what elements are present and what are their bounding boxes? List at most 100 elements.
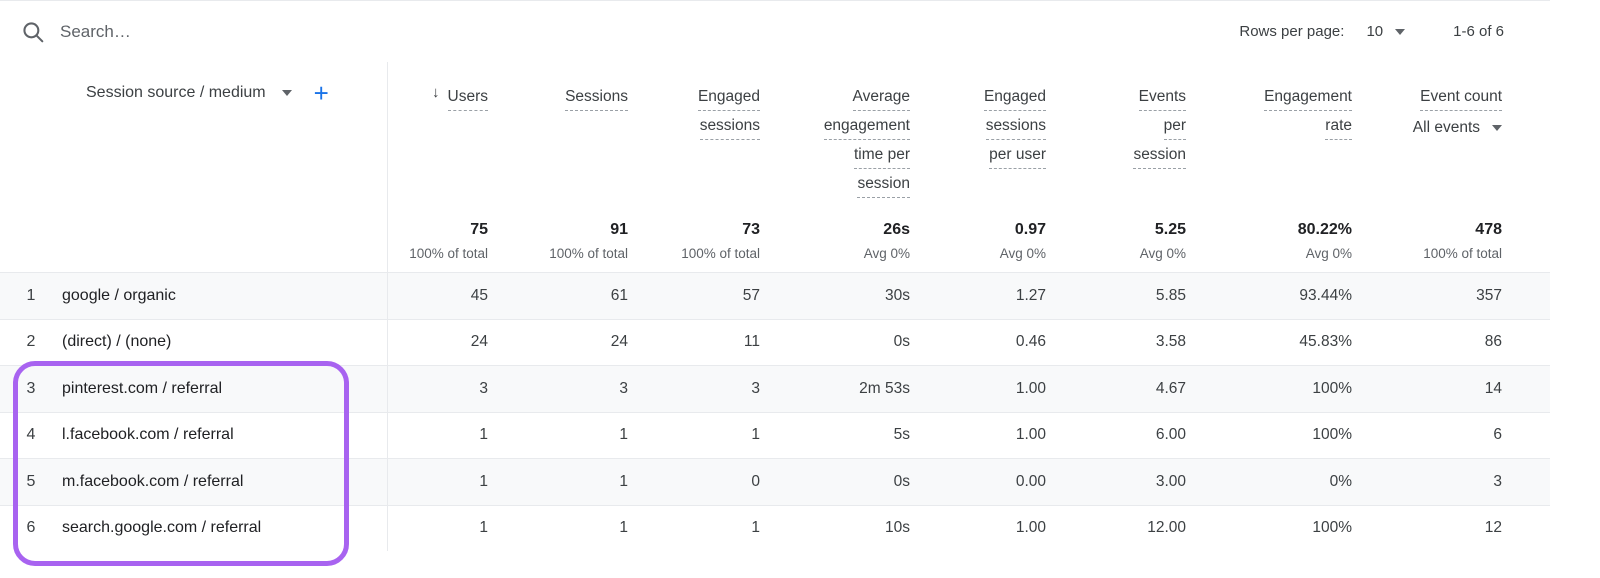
column-header-sessions[interactable]: Sessions: [510, 62, 650, 200]
row-dimension-label[interactable]: (direct) / (none): [62, 333, 171, 351]
total-cell: 80.22% Avg 0%: [1208, 200, 1374, 272]
column-header-label: Engagement: [1264, 84, 1352, 111]
data-table: Session source / medium + ↓ Users Sessio…: [0, 62, 1600, 551]
column-header-events-per-session[interactable]: Events per session: [1068, 62, 1208, 200]
arrow-down-icon: ↓: [432, 84, 440, 101]
metric-value: 1.00: [1015, 426, 1046, 444]
row-dimension-label[interactable]: l.facebook.com / referral: [62, 426, 234, 444]
row-index: 3: [26, 379, 36, 397]
row-metrics: 45 61 57 30s 1.27 5.85 93.44% 357: [388, 273, 1550, 319]
column-header-engagement-rate[interactable]: Engagement rate: [1208, 62, 1374, 200]
total-subtext: 100% of total: [549, 245, 628, 261]
metric-cell: 45.83%: [1208, 320, 1374, 366]
row-dimension-cell: 6 search.google.com / referral: [0, 505, 388, 551]
metric-cell: 45: [388, 273, 510, 319]
metric-cell: 5.85: [1068, 273, 1208, 319]
search-input[interactable]: [60, 21, 480, 42]
metric-value: 24: [470, 333, 488, 351]
column-header-users[interactable]: ↓ Users: [388, 62, 510, 200]
all-events-select[interactable]: All events: [1413, 119, 1502, 137]
metric-value: 57: [742, 286, 760, 304]
column-header-event-count[interactable]: Event count All events: [1374, 62, 1550, 200]
metric-cell: 30s: [782, 273, 932, 319]
table-row[interactable]: 3 pinterest.com / referral 3 3 3 2m 53s 1.00 4.…: [0, 365, 1550, 412]
metric-cell: 11: [650, 320, 782, 366]
metric-value: 30s: [885, 286, 910, 304]
row-dimension-cell: 1 google / organic: [0, 273, 388, 319]
metric-cell: 1: [510, 459, 650, 505]
metric-cell: 1: [510, 506, 650, 552]
metric-cell: 0.46: [932, 320, 1068, 366]
metric-value: 1.27: [1015, 286, 1046, 304]
metric-value: 5.85: [1155, 286, 1186, 304]
column-header-label: session: [1133, 142, 1186, 169]
metric-value: 0.46: [1015, 333, 1046, 351]
rows-per-page-select[interactable]: 10: [1366, 23, 1406, 40]
row-metrics: 1 1 1 10s 1.00 12.00 100% 12: [388, 506, 1550, 552]
dimension-selector[interactable]: Session source / medium +: [86, 80, 329, 106]
search-area[interactable]: [20, 19, 1239, 45]
table-row[interactable]: 6 search.google.com / referral 1 1 1 10s 1.00 1…: [0, 504, 1550, 552]
column-header-label: Users: [447, 84, 488, 111]
row-dimension-label[interactable]: google / organic: [62, 287, 176, 305]
metric-value: 2m 53s: [859, 379, 910, 397]
metric-cell: 3: [510, 366, 650, 412]
row-dimension-label[interactable]: search.google.com / referral: [62, 519, 261, 537]
row-dimension-label[interactable]: pinterest.com / referral: [62, 380, 222, 398]
metric-value: 1.00: [1015, 379, 1046, 397]
metric-value: 14: [1484, 379, 1502, 397]
all-events-label: All events: [1412, 119, 1480, 136]
metric-value: 3.00: [1155, 472, 1186, 490]
column-header-engaged-sessions-per-user[interactable]: Engaged sessions per user: [932, 62, 1068, 200]
metric-value: 1: [751, 426, 760, 444]
total-subtext: Avg 0%: [1139, 245, 1186, 261]
chevron-down-icon[interactable]: [281, 90, 292, 96]
metric-cell: 3.00: [1068, 459, 1208, 505]
dimension-header-cell: Session source / medium +: [0, 62, 388, 200]
row-metrics: 24 24 11 0s 0.46 3.58 45.83% 86: [388, 320, 1550, 366]
chevron-down-icon: [1492, 125, 1502, 131]
search-icon: [20, 19, 46, 45]
metric-cell: 10s: [782, 506, 932, 552]
metric-value: 357: [1476, 286, 1502, 304]
table-row[interactable]: 5 m.facebook.com / referral 1 1 0 0s 0.00 3.00 0…: [0, 458, 1550, 505]
table-row[interactable]: 4 l.facebook.com / referral 1 1 1 5s 1.00 6.00 1…: [0, 411, 1550, 459]
column-header-label: Engaged: [983, 84, 1046, 111]
table-row[interactable]: 2 (direct) / (none) 24 24 11 0s 0.46 3.58 45.83%…: [0, 318, 1550, 366]
metric-value: 4.67: [1155, 379, 1186, 397]
metric-cell: 1.00: [932, 413, 1068, 459]
total-value: 91: [610, 220, 628, 238]
total-subtext: Avg 0%: [1305, 245, 1352, 261]
column-header-label: Sessions: [565, 84, 628, 111]
table-header-row: Session source / medium + ↓ Users Sessio…: [0, 62, 1550, 200]
table-row[interactable]: 1 google / organic 45 61 57 30s 1.27 5.85 93.44%…: [0, 272, 1550, 319]
column-header-label: Events: [1138, 84, 1186, 111]
column-header-average-engagement-time-per-session[interactable]: Average engagement time per session: [782, 62, 932, 200]
metric-value: 0: [751, 472, 760, 490]
row-dimension-cell: 5 m.facebook.com / referral: [0, 459, 388, 505]
totals-row: 75 100% of total 91 100% of total 73 100…: [0, 200, 1550, 272]
metric-cell: 5s: [782, 413, 932, 459]
row-metrics: 1 1 1 5s 1.00 6.00 100% 6: [388, 413, 1550, 459]
metric-cell: 100%: [1208, 506, 1374, 552]
metric-cell: 2m 53s: [782, 366, 932, 412]
metric-value: 0s: [893, 333, 910, 351]
total-cell: 26s Avg 0%: [782, 200, 932, 272]
metric-value: 100%: [1312, 379, 1352, 397]
metric-value: 3: [479, 379, 488, 397]
plus-icon[interactable]: +: [314, 80, 329, 106]
metric-value: 3.58: [1155, 333, 1186, 351]
total-value: 73: [742, 220, 760, 238]
metric-cell: 12.00: [1068, 506, 1208, 552]
total-cell: 91 100% of total: [510, 200, 650, 272]
metric-cell: 61: [510, 273, 650, 319]
metric-value: 0.00: [1015, 472, 1046, 490]
column-header-label: engagement: [823, 113, 910, 140]
column-header-label: rate: [1325, 113, 1352, 140]
column-header-engaged-sessions[interactable]: Engaged sessions: [650, 62, 782, 200]
row-dimension-label[interactable]: m.facebook.com / referral: [62, 473, 243, 491]
chevron-down-icon: [1395, 28, 1406, 35]
total-cell: 73 100% of total: [650, 200, 782, 272]
column-header-label: Engaged: [697, 84, 760, 111]
row-dimension-cell: 2 (direct) / (none): [0, 319, 388, 365]
